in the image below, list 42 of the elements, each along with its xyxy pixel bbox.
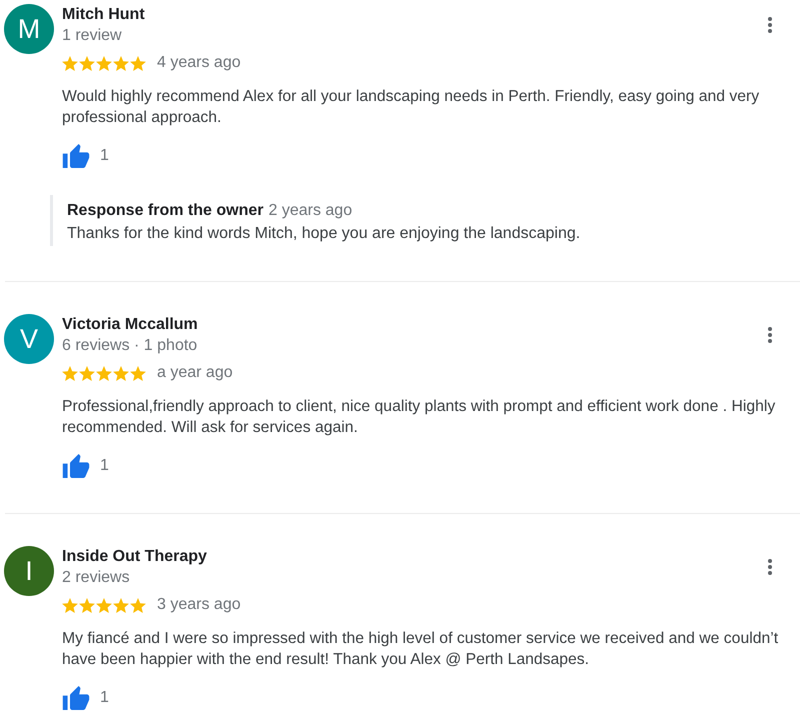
star-icon bbox=[130, 366, 146, 380]
reviewer-name[interactable]: Mitch Hunt bbox=[62, 5, 145, 25]
review-time: 4 years ago bbox=[157, 54, 241, 72]
star-icon bbox=[79, 598, 95, 612]
avatar: V bbox=[4, 314, 54, 364]
star-icon bbox=[62, 366, 78, 380]
star-icon bbox=[113, 598, 129, 612]
more-vertical-icon bbox=[768, 327, 772, 343]
review-text: Would highly recommend Alex for all your landscaping needs in Perth. Friendly, easy going and very professional approach. bbox=[62, 87, 760, 128]
avatar: M bbox=[4, 4, 54, 54]
like-button[interactable]: 1 bbox=[62, 144, 109, 168]
star-icon bbox=[96, 598, 112, 612]
like-button[interactable]: 1 bbox=[62, 454, 109, 478]
star-icon bbox=[62, 56, 78, 70]
response-text: Thanks for the kind words Mitch, hope you are enjoying the landscaping. bbox=[67, 224, 582, 244]
like-button[interactable]: 1 bbox=[62, 686, 109, 710]
star-icon bbox=[79, 56, 95, 70]
star-icon bbox=[79, 366, 95, 380]
thumbs-up-icon bbox=[62, 686, 90, 710]
review-time: a year ago bbox=[157, 364, 233, 382]
star-icon bbox=[113, 56, 129, 70]
star-icon bbox=[96, 366, 112, 380]
review-text: My fiancé and I were so impressed with the high level of customer service we received and we couldn’t have been happier with the end result! Thank you Alex @ Perth Landsapes. bbox=[62, 629, 780, 670]
reviewer-name[interactable]: Inside Out Therapy bbox=[62, 547, 207, 567]
star-icon bbox=[62, 598, 78, 612]
response-title: Response from the owner bbox=[67, 201, 264, 221]
avatar: I bbox=[4, 546, 54, 596]
review-time: 3 years ago bbox=[157, 596, 241, 614]
star-icon bbox=[130, 598, 146, 612]
review-text: Professional,friendly approach to client, nice quality plants with prompt and efficient work done . Highly recommended. Will ask for services again. bbox=[62, 397, 776, 438]
more-vertical-icon bbox=[768, 17, 772, 33]
reviewer-name[interactable]: Victoria Mccallum bbox=[62, 315, 198, 335]
reviewer-meta: 1 review bbox=[62, 26, 123, 46]
reviewer-meta: 2 reviews bbox=[62, 568, 131, 588]
response-time: 2 years ago bbox=[268, 201, 352, 221]
star-icon bbox=[113, 366, 129, 380]
thumbs-up-icon bbox=[62, 144, 90, 168]
reviewer-meta: 6 reviews · 1 photo bbox=[62, 336, 198, 356]
star-icon bbox=[96, 56, 112, 70]
more-vertical-icon bbox=[768, 559, 772, 575]
thumbs-up-icon bbox=[62, 454, 90, 478]
star-icon bbox=[130, 56, 146, 70]
